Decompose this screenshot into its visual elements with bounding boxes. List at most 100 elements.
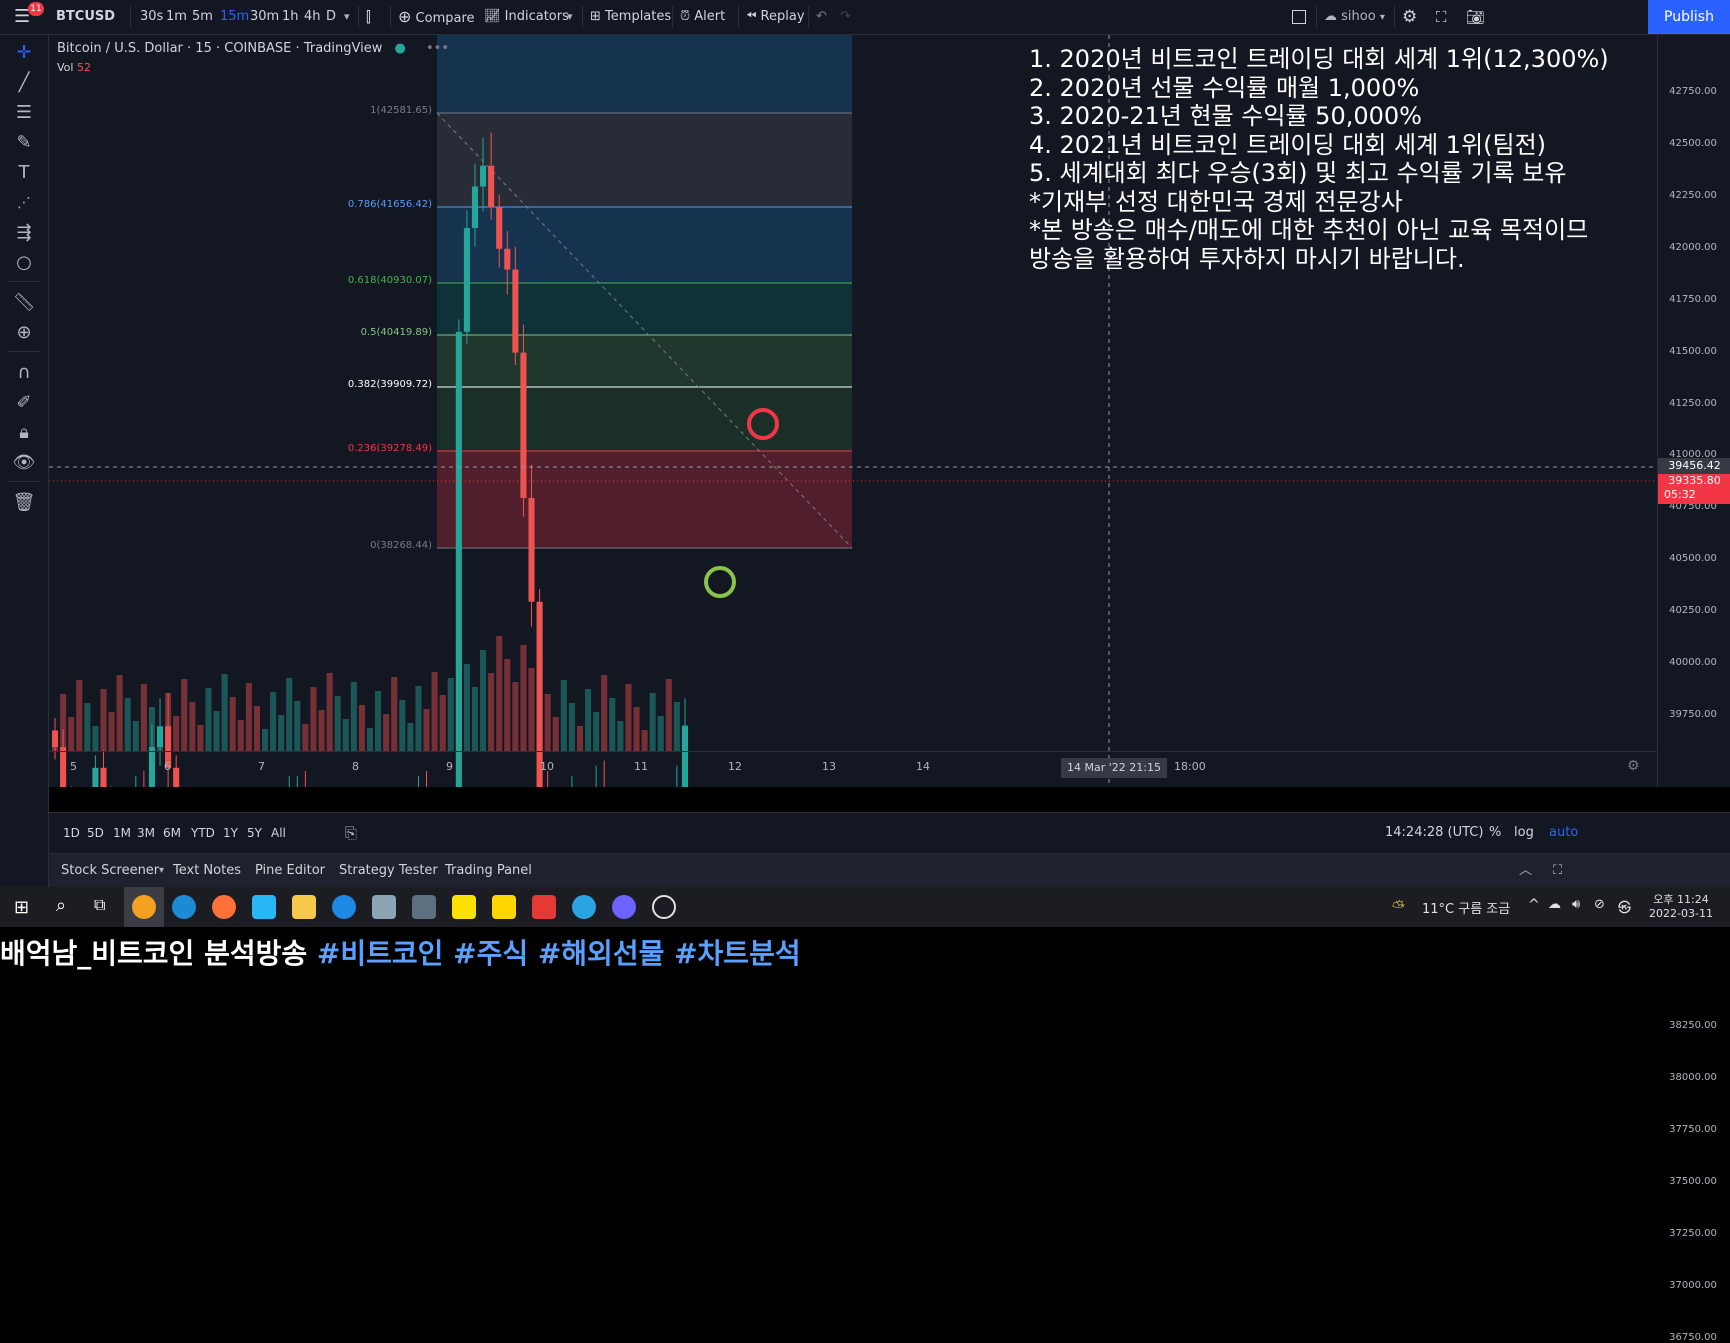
range-5y[interactable]: 5Y — [247, 813, 262, 853]
interval-5m[interactable]: 5m — [192, 0, 213, 34]
panel-tab-strategy-tester[interactable]: Strategy Tester — [339, 854, 438, 888]
sticky-notes-icon[interactable] — [492, 895, 516, 919]
volume-bar — [407, 723, 414, 751]
crosshair-icon[interactable]: ✛ — [12, 41, 36, 65]
camera-icon[interactable]: 📷︎ — [1466, 0, 1485, 34]
telegram-icon[interactable] — [572, 895, 596, 919]
ruler-icon[interactable]: 📏︎ — [12, 291, 36, 315]
price-axis[interactable]: 43250.0042750.0042500.0042250.0042000.00… — [1657, 35, 1730, 1343]
windows-start-icon[interactable]: ⊞ — [14, 897, 29, 918]
undo-icon[interactable]: ↶ — [816, 0, 827, 34]
text-tool-icon[interactable]: T — [12, 161, 36, 185]
cloud-icon[interactable]: ☁ sihoo ▾ — [1324, 0, 1385, 34]
range-all[interactable]: All — [271, 813, 286, 853]
interval-15m[interactable]: 15m — [220, 0, 249, 34]
redo-icon[interactable]: ↷ — [840, 0, 851, 34]
fib-retracement[interactable] — [436, 35, 853, 549]
weather-text[interactable]: 11°C 구름 조금 — [1422, 898, 1510, 917]
tray-chevron-icon[interactable]: ^ — [1528, 897, 1540, 913]
fullscreen-icon[interactable]: ⛶ — [1436, 0, 1447, 34]
volume-bar — [237, 720, 244, 751]
range-1m[interactable]: 1M — [113, 813, 131, 853]
screener-dropdown-icon[interactable]: ▾ — [159, 854, 164, 888]
pattern-icon[interactable]: ⋰ — [12, 191, 36, 215]
interval-30m[interactable]: 30m — [250, 0, 279, 34]
axis-settings-gear-icon[interactable]: ⚙ — [1627, 758, 1640, 774]
panel-tab-trading-panel[interactable]: Trading Panel — [445, 854, 532, 888]
obs-icon[interactable] — [652, 895, 676, 919]
time-axis[interactable]: 5678910111213141618:00 14 Mar '22 21:15 … — [49, 751, 1657, 787]
time-tick: 8 — [352, 760, 359, 773]
volume-bar — [576, 726, 584, 751]
range-6m[interactable]: 6M — [163, 813, 181, 853]
goto-date-icon[interactable]: ⎘ — [345, 813, 357, 853]
interval-1m[interactable]: 1m — [166, 0, 187, 34]
symbol-search[interactable]: BTCUSD — [56, 0, 115, 34]
firefox-icon[interactable] — [212, 895, 236, 919]
lock-icon[interactable]: 🔒︎ — [12, 421, 36, 445]
alert-button[interactable]: ⏰︎ Alert — [680, 0, 725, 34]
interval-D[interactable]: D — [326, 0, 336, 34]
compare-button[interactable]: ⊕ Compare — [398, 0, 475, 34]
magnet-icon[interactable]: ∩ — [12, 361, 36, 385]
settings-gear-icon[interactable]: ⚙ — [1402, 0, 1417, 34]
chart-pane[interactable]: Bitcoin / U.S. Dollar · 15 · COINBASE · … — [49, 35, 1657, 787]
percent-toggle[interactable]: % — [1489, 813, 1501, 853]
brush-icon[interactable]: ✎ — [12, 131, 36, 155]
vpn-app-icon[interactable] — [532, 895, 556, 919]
publish-button[interactable]: Publish — [1648, 0, 1730, 34]
indicators-button[interactable]: 📈︎ Indicators — [484, 0, 569, 34]
log-toggle[interactable]: log — [1514, 813, 1534, 853]
layout-icon[interactable] — [1292, 0, 1306, 34]
prediction-icon[interactable]: ⇶ — [12, 221, 36, 245]
kakaotalk-icon[interactable] — [452, 895, 476, 919]
auto-toggle[interactable]: auto — [1549, 813, 1578, 853]
collapse-panel-icon[interactable]: ︿ — [1519, 854, 1532, 888]
system-clock[interactable]: 오후 11:24 2022-03-11 — [1646, 891, 1716, 920]
edge-icon[interactable] — [172, 895, 196, 919]
range-1d[interactable]: 1D — [63, 813, 80, 853]
task-view-icon[interactable]: ⧉ — [94, 895, 105, 915]
interval-dropdown-icon[interactable]: ▾ — [344, 0, 350, 34]
bird-app-icon[interactable] — [252, 895, 276, 919]
discord-icon[interactable] — [612, 895, 636, 919]
templates-button[interactable]: ⊞ Templates — [590, 0, 671, 34]
interval-4h[interactable]: 4h — [304, 0, 321, 34]
file-explorer-icon[interactable] — [292, 895, 316, 919]
zoom-in-icon[interactable]: ⊕ — [12, 321, 36, 345]
fib-tool-icon[interactable]: ☰ — [12, 101, 36, 125]
network-app-icon[interactable] — [372, 895, 396, 919]
panel-tab-stock-screener[interactable]: Stock Screener — [61, 854, 159, 888]
utc-clock[interactable]: 14:24:28 (UTC) — [1385, 813, 1483, 853]
shapes-icon[interactable]: ○ — [12, 251, 36, 275]
range-3m[interactable]: 3M — [137, 813, 155, 853]
interval-1h[interactable]: 1h — [282, 0, 299, 34]
crosshair-time-label: 14 Mar '22 21:15 — [1061, 758, 1167, 778]
maximize-panel-icon[interactable]: ⛶ — [1553, 854, 1562, 888]
range-5d[interactable]: 5D — [87, 813, 104, 853]
tray-app-icon[interactable]: ☁ — [1548, 897, 1561, 912]
internet-explorer-icon[interactable] — [332, 895, 356, 919]
volume-icon[interactable]: 🔊︎ — [1572, 897, 1580, 912]
chrome-icon[interactable] — [132, 895, 156, 919]
more-icon[interactable]: ••• — [426, 41, 449, 56]
ime-icon[interactable]: ㉿ — [1618, 897, 1631, 916]
range-1y[interactable]: 1Y — [223, 813, 238, 853]
search-icon[interactable]: ⌕ — [56, 895, 66, 916]
volume-bar — [350, 682, 357, 751]
volume-bar — [399, 700, 406, 751]
interval-30s[interactable]: 30s — [140, 0, 163, 34]
range-ytd[interactable]: YTD — [191, 813, 215, 853]
panel-tab-pine-editor[interactable]: Pine Editor — [255, 854, 325, 888]
network-icon[interactable]: ⊘ — [1594, 897, 1605, 912]
stay-drawing-icon[interactable]: ✐ — [12, 391, 36, 415]
trend-line-icon[interactable]: ╱ — [12, 71, 36, 95]
chart-type-icon[interactable]: ⫿ — [366, 0, 371, 34]
replay-button[interactable]: ⏪︎ Replay — [746, 0, 805, 34]
indicators-dropdown-icon[interactable]: ▾ — [567, 0, 573, 34]
trash-icon[interactable]: 🗑︎ — [12, 491, 36, 515]
time-tick: 10 — [540, 760, 554, 773]
eye-icon[interactable]: 👁︎ — [12, 451, 36, 475]
calculator-icon[interactable] — [412, 895, 436, 919]
panel-tab-text-notes[interactable]: Text Notes — [173, 854, 241, 888]
